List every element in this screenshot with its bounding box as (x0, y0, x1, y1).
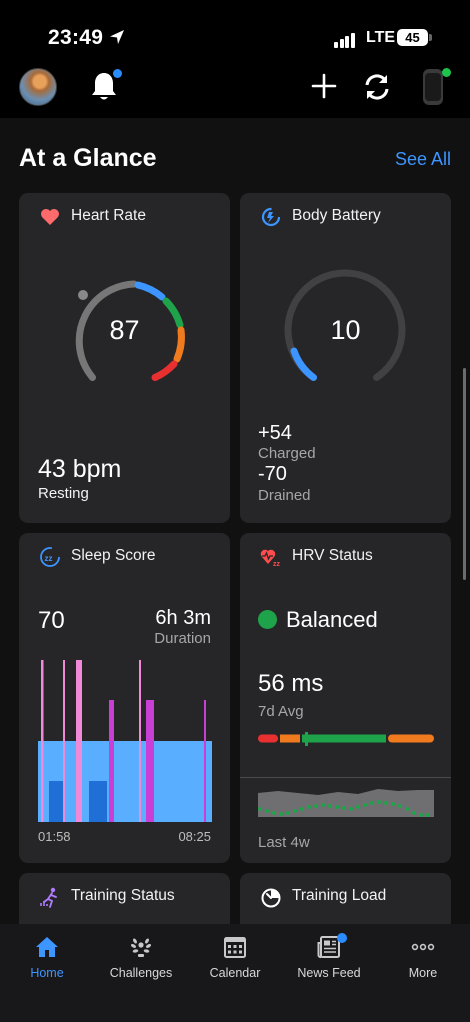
profile-avatar[interactable] (19, 68, 57, 106)
hrv-avg-value: 56 ms (258, 670, 324, 697)
app-bar (0, 62, 470, 118)
news-feed-badge (337, 933, 347, 943)
sleep-stage-rem (204, 700, 206, 822)
sleep-stage-deep (49, 781, 64, 822)
hrv-status-value: Balanced (286, 607, 378, 632)
body-battery-value: 10 (330, 315, 361, 345)
laurel-icon (130, 938, 152, 957)
tab-challenges-label: Challenges (109, 966, 173, 980)
sleep-stage-deep (89, 781, 107, 822)
heart-rate-title: Heart Rate (71, 207, 146, 224)
status-time: 23:49 (48, 26, 104, 49)
hrv-trend-chart (258, 789, 434, 817)
home-icon (36, 937, 58, 957)
tab-news-feed[interactable]: News Feed (282, 924, 376, 994)
training-status-icon (40, 887, 57, 908)
add-icon[interactable] (311, 73, 337, 99)
tab-calendar-label: Calendar (209, 966, 261, 980)
body-battery-title: Body Battery (292, 207, 381, 224)
device-connected-badge (442, 68, 451, 77)
hrv-status-card[interactable]: zz HRV Status Balanced 56 ms 7d Avg Last… (240, 533, 451, 863)
hrv-status-dot (258, 610, 277, 629)
charged-value: +54 (258, 422, 292, 444)
tab-calendar[interactable]: Calendar (188, 924, 282, 994)
cellular-signal-icon (334, 30, 356, 48)
heart-rate-value: 87 (109, 315, 140, 345)
sleep-start-time: 01:58 (38, 829, 71, 844)
training-load-card[interactable]: Training Load (240, 873, 451, 924)
status-bar: 23:49 LTE 45 (0, 0, 470, 62)
svg-text:zz: zz (273, 561, 281, 568)
sleep-stage-awake (63, 660, 65, 822)
body-battery-icon (261, 207, 281, 227)
tab-news-feed-label: News Feed (297, 966, 361, 980)
sleep-score-title: Sleep Score (71, 547, 156, 564)
sleep-stages-chart (38, 660, 212, 822)
sleep-stage-awake (41, 660, 44, 822)
battery-indicator: 45 (397, 29, 428, 46)
svg-text:zz: zz (45, 554, 53, 563)
tab-more[interactable]: More (376, 924, 470, 994)
network-type: LTE (366, 29, 396, 46)
hrv-divider (240, 777, 451, 778)
at-a-glance-content[interactable]: At a Glance See All Heart Rate 87 43 bpm… (0, 118, 470, 924)
hrv-icon: zz (260, 549, 281, 568)
sleep-duration-value: 6h 3m (155, 607, 211, 629)
sleep-stage-awake (139, 660, 141, 822)
training-load-icon (261, 888, 281, 908)
sleep-score-value: 70 (38, 607, 65, 634)
sleep-stage-rem (109, 700, 114, 822)
see-all-link[interactable]: See All (395, 149, 451, 170)
tab-more-label: More (408, 966, 438, 980)
hrv-range-bar (258, 732, 434, 746)
sleep-end-time: 08:25 (178, 829, 211, 844)
bottom-tab-bar: Home Challenges Calendar News Feed More (0, 924, 470, 1022)
tab-challenges[interactable]: Challenges (94, 924, 188, 994)
sleep-stage-awake (76, 660, 82, 822)
sleep-icon: zz (40, 547, 60, 567)
sleep-score-card[interactable]: zz Sleep Score 70 6h 3m Duration 01:58 0… (19, 533, 230, 863)
sync-icon[interactable] (361, 71, 393, 103)
body-battery-card[interactable]: Body Battery 10 +54 Charged -70 Drained (240, 193, 451, 523)
resting-heart-rate-label: Resting (38, 485, 89, 502)
heart-rate-card[interactable]: Heart Rate 87 43 bpm Resting (19, 193, 230, 523)
resting-heart-rate-value: 43 bpm (38, 455, 122, 483)
calendar-icon (224, 937, 246, 958)
drained-label: Drained (258, 487, 311, 504)
scroll-indicator[interactable] (463, 368, 466, 580)
training-load-title: Training Load (292, 887, 387, 904)
battery-cap (429, 34, 432, 41)
training-status-card[interactable]: Training Status (19, 873, 230, 924)
more-icon (411, 943, 435, 951)
section-title: At a Glance (19, 144, 157, 172)
tab-home-label: Home (30, 966, 64, 980)
charged-label: Charged (258, 445, 316, 462)
heart-icon (41, 209, 59, 225)
sleep-duration-label: Duration (154, 630, 211, 647)
hrv-status-title: HRV Status (292, 547, 373, 564)
notification-badge (113, 69, 122, 78)
location-arrow-icon (110, 30, 124, 44)
hrv-avg-label: 7d Avg (258, 703, 304, 720)
training-status-title: Training Status (71, 887, 175, 904)
tab-home[interactable]: Home (0, 924, 94, 994)
drained-value: -70 (258, 463, 287, 485)
sleep-stage-rem (146, 700, 154, 822)
hrv-trend-label: Last 4w (258, 834, 310, 851)
